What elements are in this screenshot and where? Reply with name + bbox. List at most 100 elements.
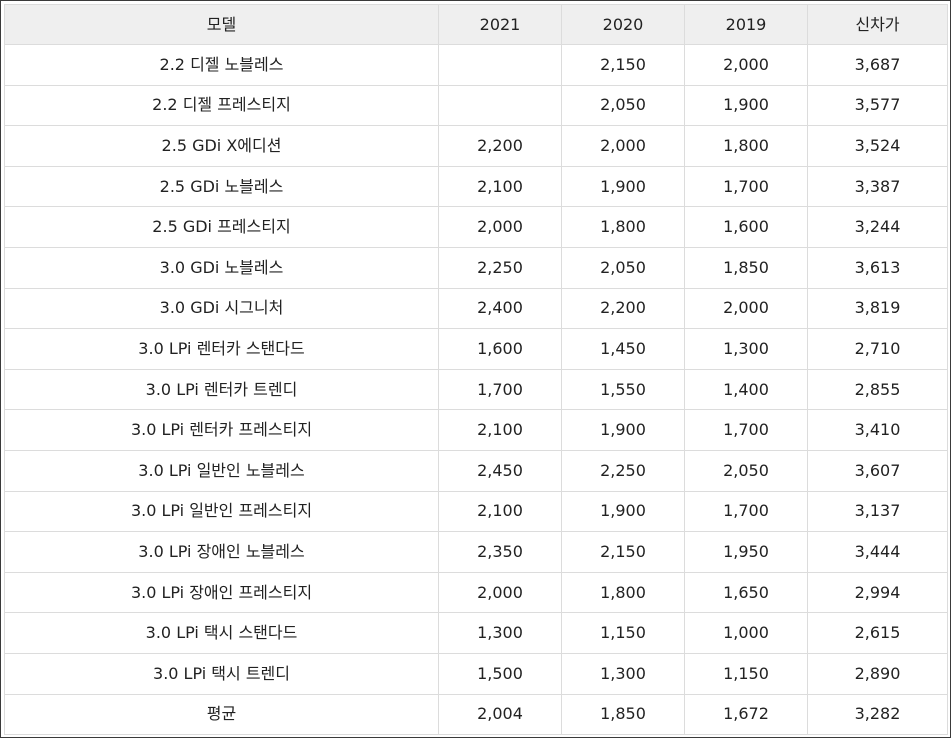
price-2021-cell: 2,250 bbox=[438, 246, 562, 289]
table-row: 3.0 LPi 일반인 프레스티지 2,100 1,900 1,700 3,137 bbox=[4, 490, 948, 533]
new-car-price-cell: 3,282 bbox=[807, 693, 948, 736]
price-2019-cell: 1,950 bbox=[684, 531, 808, 573]
model-cell: 2.2 디젤 프레스티지 bbox=[4, 84, 439, 127]
new-car-price-cell: 3,607 bbox=[807, 449, 948, 492]
price-2020-cell: 1,800 bbox=[561, 206, 685, 248]
price-2021-cell: 2,000 bbox=[438, 206, 562, 248]
table-row: 2.5 GDi X에디션 2,200 2,000 1,800 3,524 bbox=[4, 125, 948, 167]
price-2019-cell: 1,700 bbox=[684, 165, 808, 208]
table-row: 3.0 LPi 렌터카 프레스티지 2,100 1,900 1,700 3,410 bbox=[4, 409, 948, 451]
table-row: 3.0 GDi 시그니처 2,400 2,200 2,000 3,819 bbox=[4, 287, 948, 330]
model-cell: 3.0 LPi 장애인 프레스티지 bbox=[4, 571, 439, 614]
table-row: 3.0 GDi 노블레스 2,250 2,050 1,850 3,613 bbox=[4, 246, 948, 289]
new-car-price-cell: 2,710 bbox=[807, 328, 948, 370]
new-car-price-cell: 2,855 bbox=[807, 368, 948, 411]
price-2021-cell: 2,100 bbox=[438, 165, 562, 208]
new-car-price-cell: 3,137 bbox=[807, 490, 948, 533]
model-cell: 3.0 LPi 렌터카 스탠다드 bbox=[4, 328, 439, 370]
table-row: 2.5 GDi 프레스티지 2,000 1,800 1,600 3,244 bbox=[4, 206, 948, 248]
header-new-car-price: 신차가 bbox=[807, 4, 948, 45]
table-row: 3.0 LPi 렌터카 스탠다드 1,600 1,450 1,300 2,710 bbox=[4, 328, 948, 370]
model-cell: 평균 bbox=[4, 693, 439, 736]
price-2020-cell: 2,050 bbox=[561, 246, 685, 289]
new-car-price-cell: 3,577 bbox=[807, 84, 948, 127]
price-2019-cell: 1,900 bbox=[684, 84, 808, 127]
model-cell: 3.0 LPi 렌터카 프레스티지 bbox=[4, 409, 439, 451]
header-model: 모델 bbox=[4, 4, 439, 45]
table-row: 2.5 GDi 노블레스 2,100 1,900 1,700 3,387 bbox=[4, 165, 948, 208]
price-2020-cell: 1,300 bbox=[561, 652, 685, 695]
price-2019-cell: 1,600 bbox=[684, 206, 808, 248]
price-2021-cell: 1,300 bbox=[438, 612, 562, 654]
price-2021-cell: 2,100 bbox=[438, 490, 562, 533]
new-car-price-cell: 3,387 bbox=[807, 165, 948, 208]
price-2019-cell: 1,150 bbox=[684, 652, 808, 695]
model-cell: 2.2 디젤 노블레스 bbox=[4, 44, 439, 86]
model-cell: 2.5 GDi 프레스티지 bbox=[4, 206, 439, 248]
table-row: 3.0 LPi 장애인 프레스티지 2,000 1,800 1,650 2,994 bbox=[4, 571, 948, 614]
price-2019-cell: 1,650 bbox=[684, 571, 808, 614]
new-car-price-cell: 3,819 bbox=[807, 287, 948, 330]
price-2019-cell: 2,050 bbox=[684, 449, 808, 492]
price-table-frame: 모델 2021 2020 2019 신차가 2.2 디젤 노블레스 2,150 2,… bbox=[0, 0, 951, 738]
price-2021-cell: 2,000 bbox=[438, 571, 562, 614]
price-2021-cell: 2,100 bbox=[438, 409, 562, 451]
price-2019-cell: 1,300 bbox=[684, 328, 808, 370]
price-2019-cell: 1,400 bbox=[684, 368, 808, 411]
model-cell: 3.0 LPi 택시 트렌디 bbox=[4, 652, 439, 695]
price-2021-cell bbox=[438, 44, 562, 86]
price-2021-cell: 2,004 bbox=[438, 693, 562, 736]
table-row: 3.0 LPi 렌터카 트렌디 1,700 1,550 1,400 2,855 bbox=[4, 368, 948, 411]
price-2020-cell: 1,550 bbox=[561, 368, 685, 411]
table-row: 2.2 디젤 프레스티지 2,050 1,900 3,577 bbox=[4, 84, 948, 127]
table-body: 2.2 디젤 노블레스 2,150 2,000 3,687 2.2 디젤 프레스티지 2,… bbox=[4, 44, 948, 736]
price-2021-cell: 2,200 bbox=[438, 125, 562, 167]
price-2020-cell: 1,900 bbox=[561, 490, 685, 533]
table-header-row: 모델 2021 2020 2019 신차가 bbox=[4, 4, 948, 45]
price-2021-cell: 2,350 bbox=[438, 531, 562, 573]
price-2021-cell: 1,600 bbox=[438, 328, 562, 370]
header-year-2020: 2020 bbox=[561, 4, 685, 45]
new-car-price-cell: 3,444 bbox=[807, 531, 948, 573]
price-2020-cell: 2,150 bbox=[561, 531, 685, 573]
price-2020-cell: 1,450 bbox=[561, 328, 685, 370]
price-2021-cell: 1,500 bbox=[438, 652, 562, 695]
new-car-price-cell: 2,994 bbox=[807, 571, 948, 614]
price-2019-cell: 1,672 bbox=[684, 693, 808, 736]
average-row: 평균 2,004 1,850 1,672 3,282 bbox=[4, 693, 948, 736]
price-2020-cell: 1,900 bbox=[561, 165, 685, 208]
price-2020-cell: 1,800 bbox=[561, 571, 685, 614]
table-row: 3.0 LPi 택시 스탠다드 1,300 1,150 1,000 2,615 bbox=[4, 612, 948, 654]
price-2019-cell: 1,000 bbox=[684, 612, 808, 654]
header-year-2019: 2019 bbox=[684, 4, 808, 45]
price-2020-cell: 2,000 bbox=[561, 125, 685, 167]
model-cell: 3.0 LPi 택시 스탠다드 bbox=[4, 612, 439, 654]
model-cell: 2.5 GDi 노블레스 bbox=[4, 165, 439, 208]
model-cell: 3.0 LPi 일반인 프레스티지 bbox=[4, 490, 439, 533]
model-cell: 3.0 GDi 노블레스 bbox=[4, 246, 439, 289]
price-2019-cell: 2,000 bbox=[684, 287, 808, 330]
price-2019-cell: 2,000 bbox=[684, 44, 808, 86]
model-cell: 3.0 GDi 시그니처 bbox=[4, 287, 439, 330]
new-car-price-cell: 3,524 bbox=[807, 125, 948, 167]
price-2020-cell: 2,050 bbox=[561, 84, 685, 127]
new-car-price-cell: 3,687 bbox=[807, 44, 948, 86]
model-cell: 2.5 GDi X에디션 bbox=[4, 125, 439, 167]
new-car-price-cell: 3,613 bbox=[807, 246, 948, 289]
new-car-price-cell: 3,244 bbox=[807, 206, 948, 248]
table-row: 3.0 LPi 택시 트렌디 1,500 1,300 1,150 2,890 bbox=[4, 652, 948, 695]
price-2020-cell: 2,200 bbox=[561, 287, 685, 330]
price-2019-cell: 1,700 bbox=[684, 409, 808, 451]
price-2021-cell: 1,700 bbox=[438, 368, 562, 411]
used-car-price-table: 모델 2021 2020 2019 신차가 2.2 디젤 노블레스 2,150 2,… bbox=[4, 4, 948, 736]
model-cell: 3.0 LPi 렌터카 트렌디 bbox=[4, 368, 439, 411]
price-2020-cell: 1,900 bbox=[561, 409, 685, 451]
price-2020-cell: 2,250 bbox=[561, 449, 685, 492]
table-row: 2.2 디젤 노블레스 2,150 2,000 3,687 bbox=[4, 44, 948, 86]
table-row: 3.0 LPi 일반인 노블레스 2,450 2,250 2,050 3,607 bbox=[4, 449, 948, 492]
model-cell: 3.0 LPi 장애인 노블레스 bbox=[4, 531, 439, 573]
new-car-price-cell: 2,615 bbox=[807, 612, 948, 654]
price-2019-cell: 1,800 bbox=[684, 125, 808, 167]
model-cell: 3.0 LPi 일반인 노블레스 bbox=[4, 449, 439, 492]
header-year-2021: 2021 bbox=[438, 4, 562, 45]
